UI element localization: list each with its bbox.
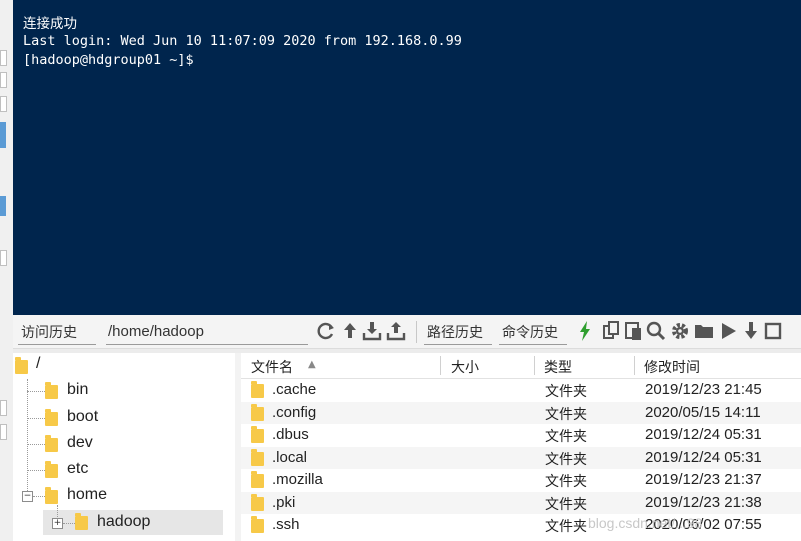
folder-icon — [251, 381, 264, 398]
table-row[interactable]: .cache 文件夹 2019/12/23 21:45 — [241, 379, 801, 401]
directory-tree: / bin boot dev etc − home + hadoop — [13, 353, 236, 541]
cell-name: .local — [272, 448, 308, 466]
cell-name: .cache — [272, 381, 317, 398]
cell-name: .config — [272, 403, 317, 421]
cell-type: 文件夹 — [545, 429, 587, 445]
collapse-icon[interactable]: − — [22, 491, 33, 502]
column-header-modified[interactable]: 修改时间 — [644, 357, 700, 377]
cell-name: .pki — [272, 493, 296, 511]
paste-icon[interactable] — [624, 320, 644, 342]
table-row[interactable]: .ssh 文件夹 2020/06/02 07:55 — [241, 514, 801, 536]
lightning-icon[interactable] — [575, 320, 595, 342]
upload-icon[interactable] — [340, 320, 360, 342]
folder-icon — [251, 448, 264, 466]
command-history-button[interactable]: 命令历史 — [502, 322, 558, 342]
refresh-icon[interactable] — [316, 320, 336, 342]
sort-asc-icon: ▲ — [308, 359, 316, 370]
table-row[interactable]: .mozilla 文件夹 2019/12/23 21:37 — [241, 469, 801, 491]
cell-type: 文件夹 — [545, 474, 587, 490]
cell-type: 文件夹 — [545, 496, 587, 513]
cell-modified: 2019/12/24 05:31 — [645, 448, 762, 466]
terminal-line: Last login: Wed Jun 10 11:07:09 2020 fro… — [23, 33, 462, 49]
tree-item-hadoop[interactable]: hadoop — [97, 513, 150, 535]
folder-icon — [251, 426, 264, 443]
cell-type: 文件夹 — [545, 406, 587, 423]
folder-icon — [45, 487, 58, 504]
path-input[interactable] — [108, 319, 306, 343]
folder-icon[interactable] — [694, 320, 714, 342]
tree-item-etc[interactable]: etc — [67, 460, 88, 482]
upload-file-icon[interactable] — [386, 320, 406, 342]
file-list: 文件名 ▲ 大小 类型 修改时间 .cache 文件夹 2019/12/23 21:… — [241, 353, 801, 541]
cell-type: 文件夹 — [545, 451, 587, 468]
table-row[interactable]: .pki 文件夹 2019/12/23 21:38 — [241, 491, 801, 514]
cell-name: .dbus — [272, 426, 309, 443]
cell-name: .mozilla — [272, 471, 323, 488]
table-row[interactable]: .local 文件夹 2019/12/24 05:31 — [241, 446, 801, 469]
history-button[interactable]: 访问历史 — [21, 322, 77, 342]
download-icon[interactable] — [362, 320, 382, 342]
arrow-down-icon[interactable] — [741, 320, 761, 342]
gear-icon[interactable] — [670, 320, 690, 342]
folder-icon — [251, 493, 264, 511]
folder-icon — [251, 403, 264, 421]
path-history-button[interactable]: 路径历史 — [427, 322, 483, 342]
cell-type: 文件夹 — [545, 519, 587, 535]
folder-icon — [15, 357, 28, 374]
more-icon[interactable] — [764, 320, 784, 342]
cell-modified: 2020/05/15 14:11 — [645, 403, 761, 421]
tree-item-home[interactable]: home — [67, 486, 107, 508]
folder-icon — [45, 461, 58, 478]
folder-icon — [251, 471, 264, 488]
terminal-panel[interactable]: 连接成功 Last login: Wed Jun 10 11:07:09 202… — [13, 0, 801, 315]
tree-item-bin[interactable]: bin — [67, 381, 88, 403]
copy-icon[interactable] — [601, 320, 621, 342]
play-icon[interactable] — [718, 320, 738, 342]
file-list-header: 文件名 ▲ 大小 类型 修改时间 — [241, 353, 801, 379]
expand-icon[interactable]: + — [52, 518, 63, 529]
terminal-prompt: [hadoop@hdgroup01 ~]$ — [23, 52, 194, 68]
search-icon[interactable] — [646, 320, 666, 342]
toolbar: 访问历史 路径历史 命令历史 — [13, 315, 801, 349]
cell-modified: 2019/12/23 21:37 — [645, 471, 762, 488]
folder-icon — [75, 513, 88, 530]
background-window-edge — [0, 0, 14, 541]
cell-modified: 2019/12/23 21:38 — [645, 493, 762, 511]
cell-modified: 2019/12/23 21:45 — [645, 381, 762, 398]
cell-modified: 2019/12/24 05:31 — [645, 426, 762, 443]
terminal-line: 连接成功 — [23, 16, 77, 32]
table-row[interactable]: .dbus 文件夹 2019/12/24 05:31 — [241, 424, 801, 446]
watermark: blog.csdn.net/...98 — [588, 515, 703, 531]
folder-icon — [45, 435, 58, 452]
tree-item-dev[interactable]: dev — [67, 434, 93, 456]
folder-icon — [251, 516, 264, 533]
table-row[interactable]: .config 文件夹 2020/05/15 14:11 — [241, 401, 801, 424]
column-header-size[interactable]: 大小 — [451, 357, 479, 377]
column-header-type[interactable]: 类型 — [544, 357, 572, 377]
cell-type: 文件夹 — [545, 384, 587, 400]
folder-icon — [45, 409, 58, 426]
column-header-name[interactable]: 文件名 — [251, 357, 293, 377]
tree-item-boot[interactable]: boot — [67, 408, 98, 430]
folder-icon — [45, 382, 58, 399]
tree-root[interactable]: / — [36, 355, 40, 377]
cell-name: .ssh — [272, 516, 300, 533]
